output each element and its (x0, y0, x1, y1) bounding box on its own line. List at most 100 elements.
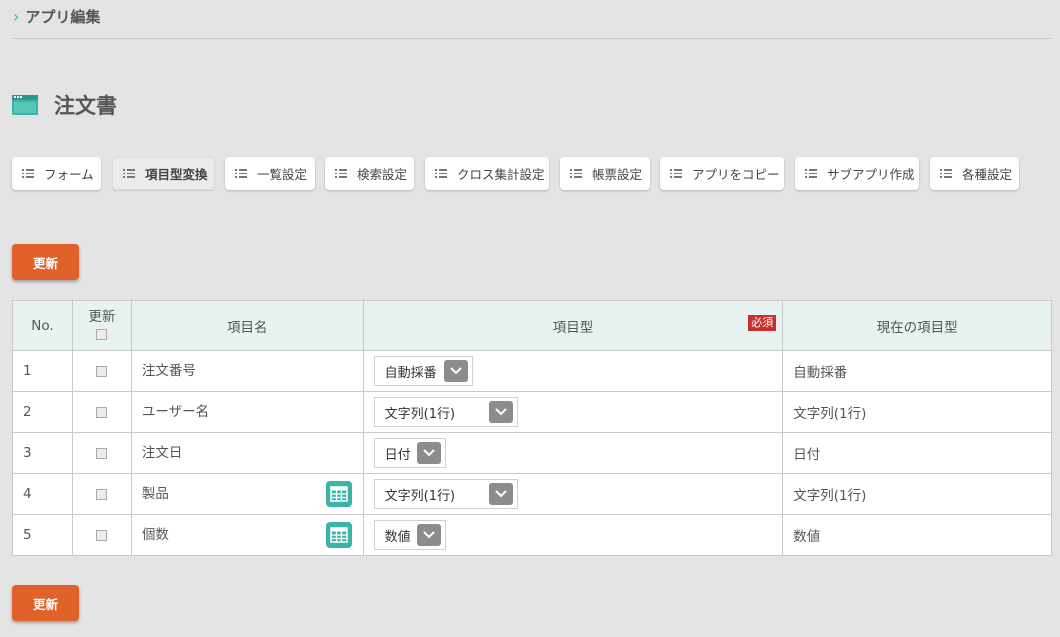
field-type-select[interactable]: 文字列(1行) (373, 479, 518, 509)
chevron-right-icon: › (13, 7, 20, 26)
tab-list-settings[interactable]: 一覧設定 (225, 157, 315, 190)
row-update-cell (71, 473, 132, 515)
app-window-icon (12, 95, 38, 115)
list-icon (335, 169, 347, 178)
tab-label: クロス集計設定 (457, 167, 545, 182)
row-name-cell: ユーザー名 (130, 391, 364, 433)
row-type-cell: 日付 (362, 432, 784, 474)
row-name-cell: 製品 (130, 473, 364, 515)
field-type-select[interactable]: 自動採番 (373, 356, 473, 386)
tab-search-settings[interactable]: 検索設定 (325, 157, 414, 190)
row-name-cell: 個数 (130, 514, 364, 556)
field-type-select[interactable]: 日付 (373, 438, 446, 468)
row-type-cell: 文字列(1行) (362, 473, 784, 515)
divider (12, 38, 1052, 39)
row-update-checkbox[interactable] (96, 529, 108, 541)
chevron-down-icon (488, 483, 513, 505)
row-update-cell (71, 514, 132, 556)
row-current-type: 日付 (782, 432, 1052, 474)
row-current-type: 数値 (782, 514, 1052, 556)
breadcrumb: › アプリ編集 (13, 6, 100, 27)
tab-label: 各種設定 (962, 167, 1013, 182)
header-current-type: 現在の項目型 (782, 300, 1052, 351)
row-no: 2 (12, 391, 73, 433)
chevron-down-icon (416, 442, 441, 464)
row-update-cell (71, 350, 132, 392)
table-row: 2 ユーザー名 文字列(1行) 文字列(1行) (12, 391, 1052, 433)
row-no: 5 (12, 514, 73, 556)
table-icon[interactable] (325, 522, 352, 548)
row-update-checkbox[interactable] (96, 488, 108, 500)
row-field-name: ユーザー名 (141, 404, 210, 420)
chevron-down-icon (488, 401, 513, 423)
tab-copy-app[interactable]: アプリをコピー (660, 157, 784, 190)
table-row: 5 個数 数値 数値 (12, 514, 1052, 556)
row-update-checkbox[interactable] (96, 447, 108, 459)
table-icon[interactable] (325, 481, 352, 507)
tab-form[interactable]: フォーム (12, 157, 101, 190)
row-no: 1 (12, 350, 73, 392)
header-field-name: 項目名 (130, 300, 364, 351)
header-update: 更新 (71, 300, 132, 351)
page-title: 注文書 (54, 94, 117, 118)
row-name-cell: 注文番号 (130, 350, 364, 392)
tab-label: サブアプリ作成 (827, 167, 915, 182)
field-type-select[interactable]: 文字列(1行) (373, 397, 518, 427)
row-name-cell: 注文日 (130, 432, 364, 474)
row-update-checkbox[interactable] (96, 406, 108, 418)
row-current-type: 文字列(1行) (782, 391, 1052, 433)
table-row: 3 注文日 日付 日付 (12, 432, 1052, 474)
update-button-top[interactable]: 更新 (12, 244, 79, 280)
header-field-type-label: 項目型 (552, 319, 594, 336)
row-update-checkbox[interactable] (96, 365, 108, 377)
list-icon (235, 169, 247, 178)
tab-report-settings[interactable]: 帳票設定 (560, 157, 650, 190)
breadcrumb-label[interactable]: アプリ編集 (25, 6, 100, 27)
list-icon (805, 169, 817, 178)
row-type-cell: 文字列(1行) (362, 391, 784, 433)
field-type-table: No. 更新 項目名 項目型 必須 現在の項目型 1 注文番号 自動採番 自動採… (12, 300, 1052, 556)
tab-label: アプリをコピー (692, 167, 780, 182)
row-field-name: 注文番号 (141, 363, 196, 379)
tab-cross-tab-settings[interactable]: クロス集計設定 (425, 157, 549, 190)
row-current-type: 文字列(1行) (782, 473, 1052, 515)
row-field-name: 個数 (141, 527, 169, 543)
field-type-select[interactable]: 数値 (373, 520, 446, 550)
field-type-select-value: 日付 (384, 447, 411, 463)
tab-misc-settings[interactable]: 各種設定 (930, 157, 1019, 190)
table-header-row: No. 更新 項目名 項目型 必須 現在の項目型 (12, 300, 1052, 351)
tab-label: 検索設定 (357, 167, 408, 182)
row-current-type: 自動採番 (782, 350, 1052, 392)
tab-label: フォーム (44, 167, 94, 182)
tab-label: 項目型変換 (145, 167, 208, 182)
header-no: No. (12, 300, 73, 351)
row-type-cell: 数値 (362, 514, 784, 556)
table-row: 4 製品 文字列(1行) 文字列(1行) (12, 473, 1052, 515)
tab-label: 一覧設定 (257, 167, 308, 182)
update-button-bottom[interactable]: 更新 (12, 585, 79, 621)
row-field-name: 製品 (141, 486, 169, 502)
row-update-cell (71, 391, 132, 433)
row-no: 3 (12, 432, 73, 474)
header-field-type: 項目型 必須 (362, 300, 784, 351)
table-row: 1 注文番号 自動採番 自動採番 (12, 350, 1052, 392)
field-type-select-value: 文字列(1行) (384, 406, 456, 422)
tab-field-type-conversion[interactable]: 項目型変換 (112, 157, 215, 190)
header-update-label: 更新 (88, 308, 116, 325)
field-type-select-value: 文字列(1行) (384, 488, 456, 504)
list-icon (940, 169, 952, 178)
chevron-down-icon (443, 360, 468, 382)
row-type-cell: 自動採番 (362, 350, 784, 392)
row-update-cell (71, 432, 132, 474)
list-icon (435, 169, 447, 178)
field-type-select-value: 数値 (384, 529, 411, 545)
select-all-checkbox[interactable] (96, 329, 108, 340)
list-icon (123, 169, 135, 178)
row-no: 4 (12, 473, 73, 515)
tab-create-sub-app[interactable]: サブアプリ作成 (795, 157, 919, 190)
required-badge: 必須 (748, 315, 777, 331)
list-icon (570, 169, 582, 178)
tab-label: 帳票設定 (592, 167, 643, 182)
list-icon (22, 169, 34, 178)
row-field-name: 注文日 (141, 445, 183, 461)
